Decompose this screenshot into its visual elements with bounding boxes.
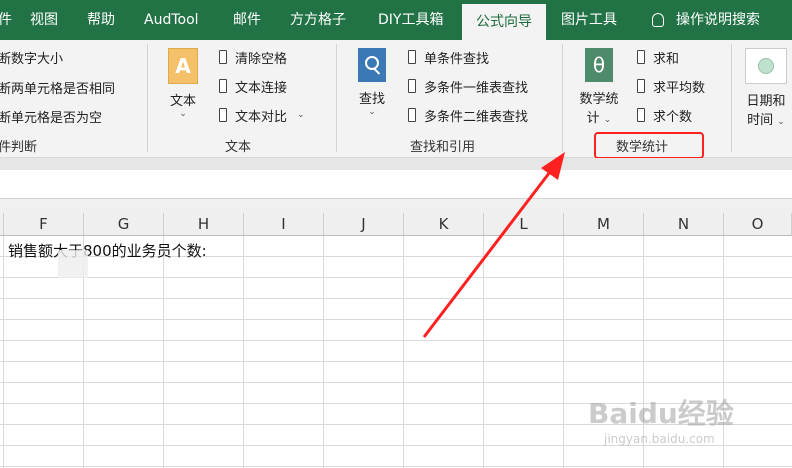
baidu-watermark-url: jingyan.baidu.com bbox=[604, 432, 715, 446]
baidu-watermark: Baidu经验 bbox=[588, 397, 734, 430]
